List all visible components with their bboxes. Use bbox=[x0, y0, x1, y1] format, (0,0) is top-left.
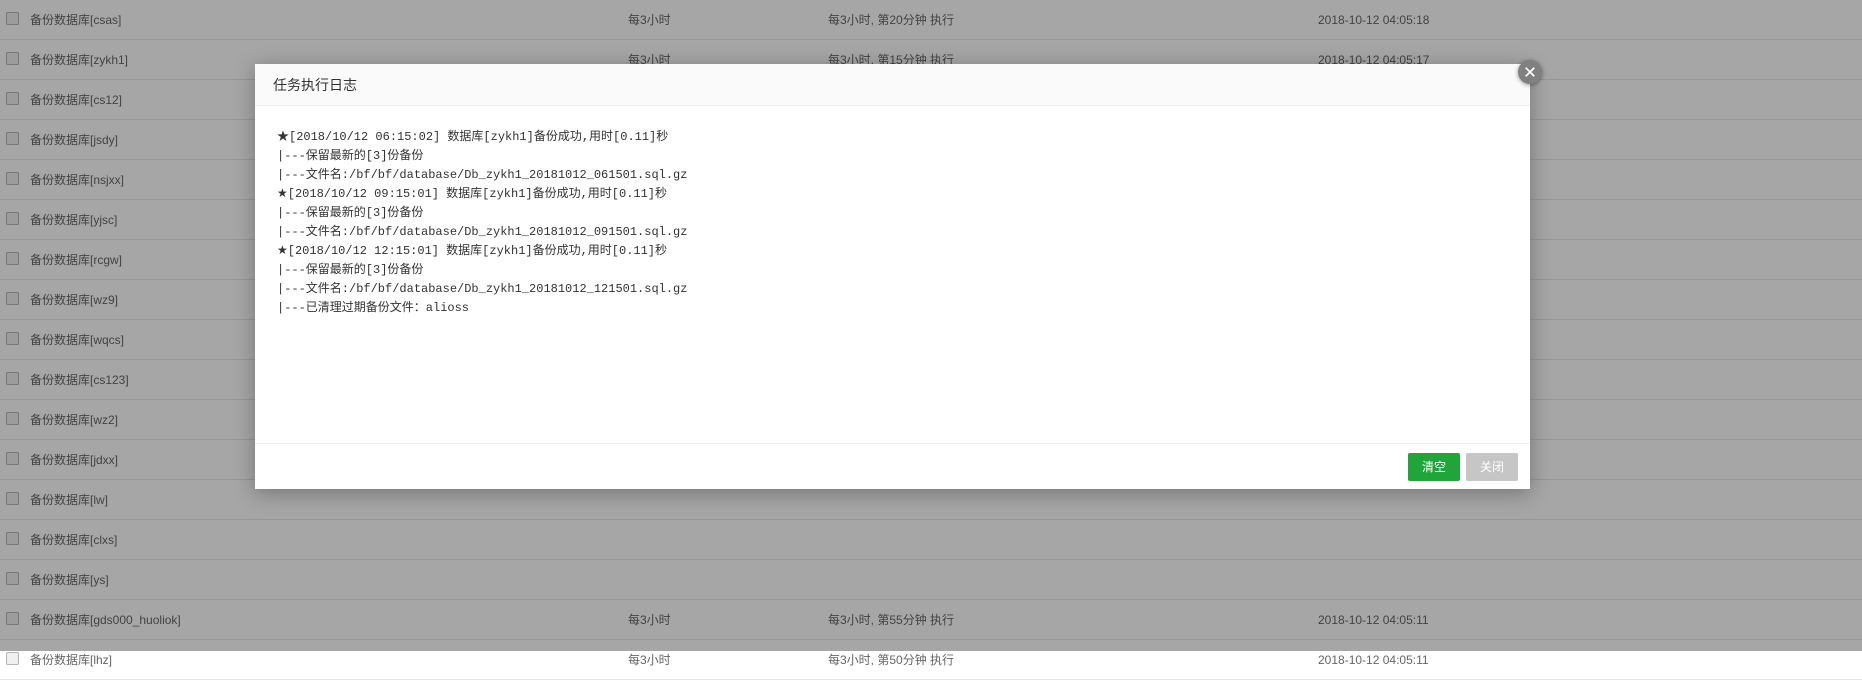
dialog-body: ★[2018/10/12 06:15:02] 数据库[zykh1]备份成功,用时… bbox=[255, 106, 1530, 443]
dialog-title: 任务执行日志 bbox=[255, 64, 1530, 106]
clear-button[interactable]: 清空 bbox=[1408, 453, 1460, 481]
log-dialog: 任务执行日志 ★[2018/10/12 06:15:02] 数据库[zykh1]… bbox=[255, 64, 1530, 489]
log-content: ★[2018/10/12 06:15:02] 数据库[zykh1]备份成功,用时… bbox=[277, 128, 1508, 318]
dialog-footer: 清空 关闭 bbox=[255, 443, 1530, 489]
close-icon[interactable] bbox=[1518, 60, 1542, 84]
task-name: 备份数据库[lhz] bbox=[28, 651, 628, 668]
task-rule: 每3小时, 第50分钟 执行 bbox=[828, 651, 1318, 668]
task-freq: 每3小时 bbox=[628, 651, 828, 668]
row-checkbox[interactable] bbox=[6, 652, 19, 665]
close-button[interactable]: 关闭 bbox=[1466, 453, 1518, 481]
task-time: 2018-10-12 04:05:11 bbox=[1318, 653, 1862, 667]
